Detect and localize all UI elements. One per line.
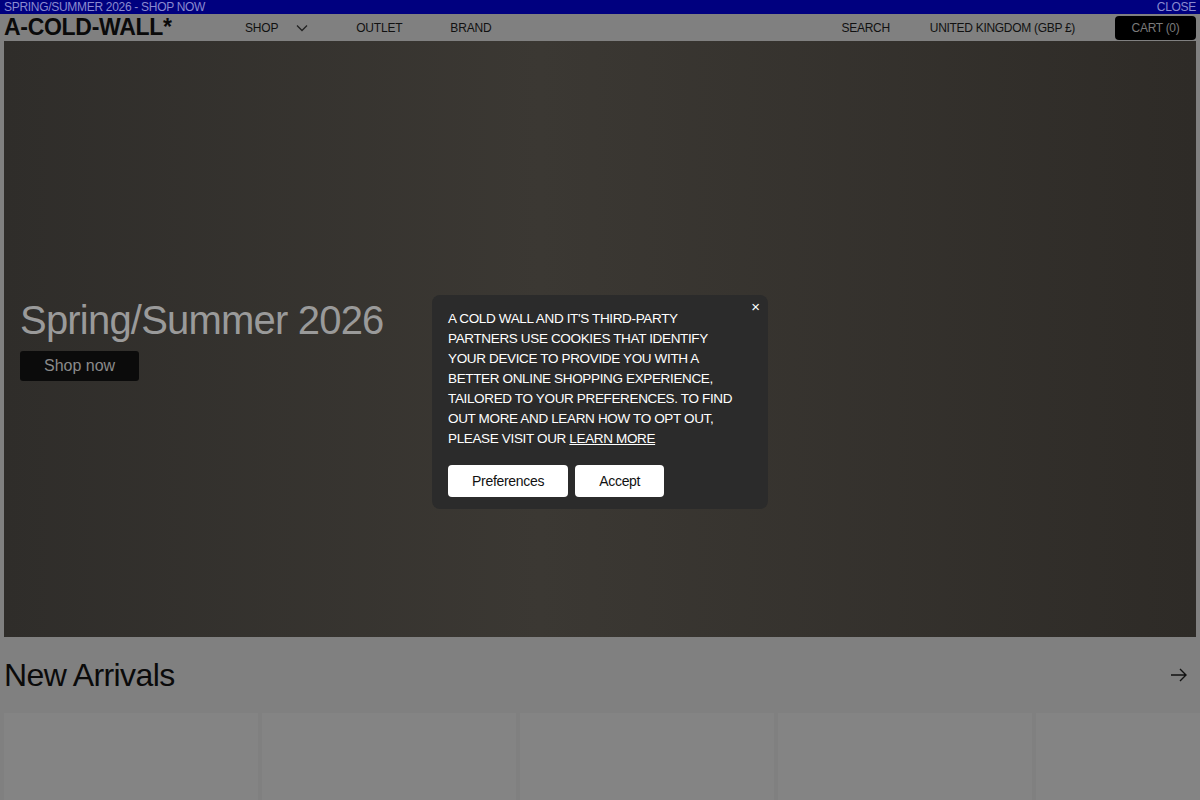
product-card[interactable] xyxy=(1036,713,1200,800)
cookie-banner: ×A COLD WALL AND IT'S THIRD-PARTY PARTNE… xyxy=(432,295,768,509)
announcement-close[interactable]: CLOSE xyxy=(1157,0,1196,14)
header-actions: SEARCH UNITED KINGDOM (GBP £) CART (0) xyxy=(842,16,1196,40)
cookie-button[interactable]: Preferences xyxy=(448,465,568,497)
announcement-bar: SPRING/SUMMER 2026 - SHOP NOW CLOSE xyxy=(0,0,1200,14)
learn-more-link[interactable]: LEARN MORE xyxy=(569,431,655,446)
product-card[interactable] xyxy=(778,713,1032,800)
cart-button[interactable]: CART (0) xyxy=(1115,16,1196,40)
main-nav: SHOP OUTLET BRAND xyxy=(245,21,842,35)
nav-item[interactable]: BRAND xyxy=(450,21,491,35)
product-grid xyxy=(4,713,1196,800)
close-button[interactable]: × xyxy=(751,297,760,317)
logo[interactable]: A-COLD-WALL* xyxy=(4,14,245,41)
product-card[interactable] xyxy=(520,713,774,800)
page: SPRING/SUMMER 2026 - SHOP NOWCLOSEA-COLD… xyxy=(0,0,1200,800)
arrow-right-icon[interactable] xyxy=(1170,667,1188,683)
section-title: New Arrivals xyxy=(4,657,175,694)
new-arrivals-header: New Arrivals xyxy=(4,637,1196,713)
cookie-text: A COLD WALL AND IT'S THIRD-PARTY PARTNER… xyxy=(448,309,752,449)
announcement-link[interactable]: SPRING/SUMMER 2026 - SHOP NOW xyxy=(4,0,205,14)
nav-item[interactable]: OUTLET xyxy=(356,21,402,35)
cookie-buttons: PreferencesAccept xyxy=(448,465,752,497)
shop-now-button[interactable]: Shop now xyxy=(20,351,139,381)
product-card[interactable] xyxy=(262,713,516,800)
nav-item[interactable]: SHOP xyxy=(245,21,308,35)
region-selector[interactable]: UNITED KINGDOM (GBP £) xyxy=(930,21,1075,35)
chevron-down-icon xyxy=(296,24,308,32)
header: A-COLD-WALL*SHOP OUTLET BRAND SEARCH UNITED … xyxy=(0,14,1200,41)
product-card[interactable] xyxy=(4,713,258,800)
cookie-button[interactable]: Accept xyxy=(575,465,664,497)
search-link[interactable]: SEARCH xyxy=(842,21,890,35)
hero-title: Spring/Summer 2026 xyxy=(20,298,384,343)
